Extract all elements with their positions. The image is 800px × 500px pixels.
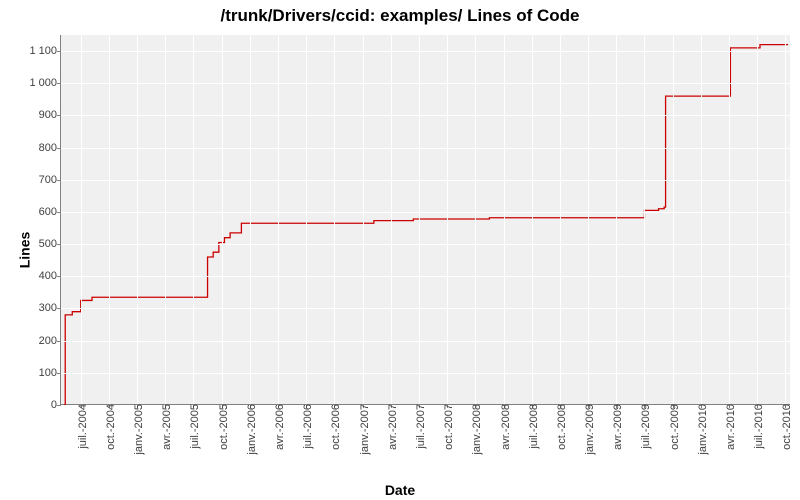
x-gridline	[701, 35, 702, 404]
x-gridline	[109, 35, 110, 404]
x-tick-label: janv.-2008	[467, 404, 483, 455]
x-gridline	[193, 35, 194, 404]
x-gridline	[588, 35, 589, 404]
y-gridline	[61, 308, 790, 309]
x-gridline	[391, 35, 392, 404]
x-tick-label: janv.-2007	[355, 404, 371, 455]
x-gridline	[306, 35, 307, 404]
x-gridline	[475, 35, 476, 404]
y-gridline	[61, 51, 790, 52]
x-gridline	[419, 35, 420, 404]
x-gridline	[363, 35, 364, 404]
y-tick-label: 100	[39, 367, 61, 379]
y-axis-label: Lines	[16, 232, 32, 269]
y-tick-label: 600	[39, 206, 61, 218]
y-gridline	[61, 180, 790, 181]
x-gridline	[644, 35, 645, 404]
x-gridline	[673, 35, 674, 404]
x-axis-label: Date	[0, 482, 800, 498]
y-gridline	[61, 148, 790, 149]
line-series	[61, 35, 791, 405]
x-tick-label: avr.-2005	[157, 404, 173, 450]
y-tick-label: 200	[39, 335, 61, 347]
x-gridline	[165, 35, 166, 404]
y-gridline	[61, 83, 790, 84]
y-gridline	[61, 276, 790, 277]
x-tick-label: oct.-2009	[665, 404, 681, 450]
x-gridline	[729, 35, 730, 404]
x-tick-label: oct.-2010	[777, 404, 793, 450]
x-tick-label: juil.-2008	[524, 404, 540, 449]
y-tick-label: 300	[39, 302, 61, 314]
x-tick-label: avr.-2006	[270, 404, 286, 450]
x-tick-label: oct.-2005	[214, 404, 230, 450]
x-gridline	[278, 35, 279, 404]
data-line	[64, 45, 788, 405]
y-gridline	[61, 341, 790, 342]
x-tick-label: avr.-2009	[608, 404, 624, 450]
chart-title: /trunk/Drivers/ccid: examples/ Lines of …	[0, 6, 800, 26]
x-tick-label: juil.-2009	[636, 404, 652, 449]
x-gridline	[137, 35, 138, 404]
x-tick-label: avr.-2007	[383, 404, 399, 450]
x-gridline	[81, 35, 82, 404]
y-tick-label: 900	[39, 109, 61, 121]
y-tick-label: 400	[39, 270, 61, 282]
x-tick-label: janv.-2010	[693, 404, 709, 455]
y-tick-label: 0	[51, 399, 61, 411]
x-gridline	[504, 35, 505, 404]
chart-container: /trunk/Drivers/ccid: examples/ Lines of …	[0, 0, 800, 500]
x-tick-label: janv.-2005	[129, 404, 145, 455]
y-tick-label: 1 100	[29, 45, 61, 57]
x-tick-label: janv.-2009	[580, 404, 596, 455]
y-gridline	[61, 212, 790, 213]
y-gridline	[61, 115, 790, 116]
y-tick-label: 800	[39, 142, 61, 154]
x-gridline	[447, 35, 448, 404]
y-tick-label: 500	[39, 238, 61, 250]
x-gridline	[616, 35, 617, 404]
x-gridline	[560, 35, 561, 404]
y-tick-label: 700	[39, 174, 61, 186]
x-tick-label: juil.-2004	[73, 404, 89, 449]
x-gridline	[532, 35, 533, 404]
y-gridline	[61, 373, 790, 374]
x-tick-label: avr.-2010	[721, 404, 737, 450]
y-gridline	[61, 244, 790, 245]
x-gridline	[785, 35, 786, 404]
x-tick-label: oct.-2008	[552, 404, 568, 450]
plot-area: 01002003004005006007008009001 0001 100ju…	[60, 35, 790, 405]
x-tick-label: juil.-2007	[411, 404, 427, 449]
x-gridline	[250, 35, 251, 404]
x-tick-label: juil.-2010	[749, 404, 765, 449]
x-tick-label: oct.-2004	[101, 404, 117, 450]
x-tick-label: janv.-2006	[242, 404, 258, 455]
x-tick-label: juil.-2006	[298, 404, 314, 449]
x-tick-label: avr.-2008	[496, 404, 512, 450]
y-tick-label: 1 000	[29, 77, 61, 89]
x-tick-label: oct.-2007	[439, 404, 455, 450]
x-gridline	[334, 35, 335, 404]
x-gridline	[757, 35, 758, 404]
x-tick-label: oct.-2006	[326, 404, 342, 450]
x-tick-label: juil.-2005	[185, 404, 201, 449]
x-gridline	[222, 35, 223, 404]
